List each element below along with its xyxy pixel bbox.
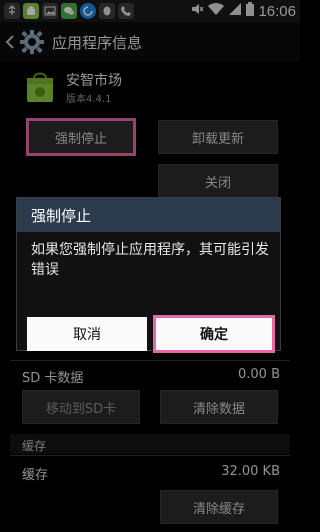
force-stop-dialog: 强制停止 如果您强制停止应用程序，其可能引发错误 取消 确定 bbox=[16, 197, 281, 353]
dialog-message: 如果您强制停止应用程序，其可能引发错误 bbox=[31, 242, 269, 278]
cancel-button[interactable]: 取消 bbox=[27, 317, 147, 351]
confirm-button[interactable]: 确定 bbox=[153, 315, 275, 353]
dialog-title: 强制停止 bbox=[17, 198, 280, 232]
